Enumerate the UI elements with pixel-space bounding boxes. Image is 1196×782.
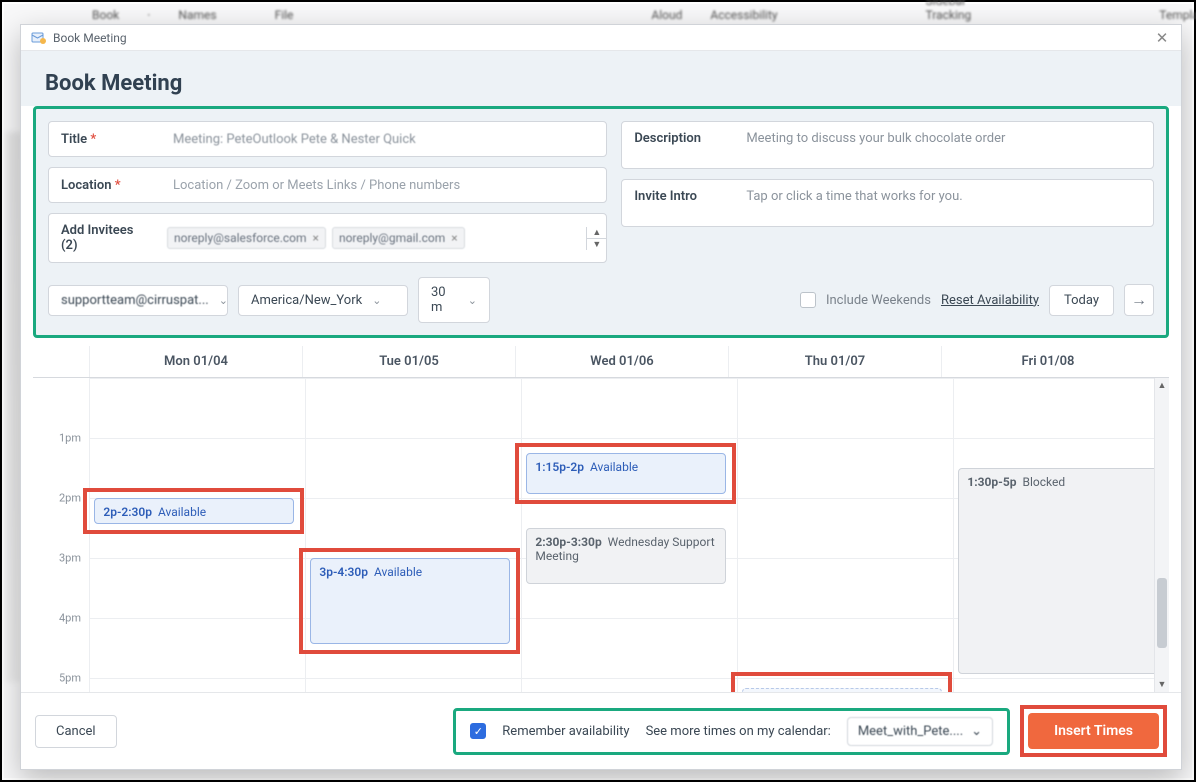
modal-title: Book Meeting [53,31,127,45]
description-input[interactable]: Meeting to discuss your bulk chocolate o… [734,122,1153,155]
page-title: Book Meeting [45,71,1157,96]
hour-label: 4pm [59,612,81,625]
invitee-stepper[interactable]: ▲ ▼ [586,227,606,250]
hour-label: 3pm [59,552,81,565]
remember-availability-checkbox[interactable]: ✓ [470,723,486,739]
calendar-grid[interactable]: 1pm 2pm 3pm 4pm 5pm 6pm [33,378,1169,692]
calendar-link-select[interactable]: Meet_with_Pete....⌄ [847,717,993,746]
chevron-down-icon: ⌄ [219,294,228,307]
timezone-select[interactable]: America/New_York⌄ [238,285,408,316]
availability-slot[interactable]: 2p-2:30p Available [94,498,294,524]
book-meeting-modal: Book Meeting ✕ Book Meeting Title * Meet… [20,24,1182,770]
hour-label: 2pm [59,492,81,505]
location-input[interactable]: Location / Zoom or Meets Links / Phone n… [161,169,606,202]
chevron-down-icon[interactable]: ▼ [587,239,606,250]
title-input[interactable]: Meeting: PeteOutlook Pete & Nester Quick [161,123,606,156]
modal-titlebar: Book Meeting ✕ [21,25,1181,51]
more-times-label: See more times on my calendar: [646,724,831,739]
title-field[interactable]: Title * Meeting: PeteOutlook Pete & Nest… [48,121,607,157]
availability-slot[interactable]: 3p-4:30p Available [310,558,510,644]
scroll-thumb[interactable] [1157,578,1167,648]
busy-event[interactable]: 2:30p-3:30p Wednesday Support Meeting [526,528,726,584]
description-field[interactable]: Description Meeting to discuss your bulk… [621,121,1154,169]
calendar-mail-icon [31,30,47,46]
remove-icon[interactable]: × [451,231,457,245]
remember-availability-label: Remember availability [502,724,629,739]
scrollbar[interactable]: ▲ ▼ [1154,378,1169,692]
cancel-button[interactable]: Cancel [35,715,117,748]
day-header: Mon 01/04 [89,346,302,377]
availability-slot[interactable]: 1:15p-2p Available [526,453,726,494]
calendar: Mon 01/04 Tue 01/05 Wed 01/06 Thu 01/07 … [33,346,1169,692]
hour-label: 1pm [59,432,81,445]
duration-select[interactable]: 30 m⌄ [418,277,490,323]
hour-label: 5pm [59,672,81,685]
chevron-up-icon[interactable]: ▲ [587,227,606,239]
day-header: Fri 01/08 [941,346,1154,377]
day-header: Tue 01/05 [302,346,515,377]
chevron-down-icon: ⌄ [971,724,982,739]
insert-highlight-frame: Insert Times [1020,705,1167,757]
insert-times-button[interactable]: Insert Times [1028,713,1159,749]
invite-intro-field[interactable]: Invite Intro Tap or click a time that wo… [621,179,1154,227]
today-button[interactable]: Today [1049,285,1114,316]
scroll-up-icon[interactable]: ▲ [1155,378,1169,393]
account-select[interactable]: supportteam@cirruspat...⌄ [48,285,228,316]
drag-placeholder[interactable]: Click and drag... [742,688,942,692]
invitee-chip[interactable]: noreply@salesforce.com× [167,227,326,249]
reset-availability-link[interactable]: Reset Availability [941,293,1039,308]
invitee-chip[interactable]: noreply@gmail.com× [332,227,465,249]
invitees-field[interactable]: Add Invitees (2) noreply@salesforce.com×… [48,213,607,263]
modal-footer: Cancel ✓ Remember availability See more … [21,692,1181,769]
location-field[interactable]: Location * Location / Zoom or Meets Link… [48,167,607,203]
blocked-event[interactable]: 1:30p-5p Blocked [958,468,1158,674]
close-icon[interactable]: ✕ [1153,29,1171,47]
form-highlight-frame: Title * Meeting: PeteOutlook Pete & Nest… [33,106,1169,338]
scroll-down-icon[interactable]: ▼ [1155,677,1169,692]
next-week-button[interactable]: → [1124,284,1154,316]
chevron-down-icon: ⌄ [372,294,381,307]
day-header: Thu 01/07 [728,346,941,377]
modal-header: Book Meeting [21,51,1181,106]
footer-highlight-frame: ✓ Remember availability See more times o… [453,708,1010,755]
chevron-down-icon: ⌄ [468,294,477,307]
day-header: Wed 01/06 [515,346,728,377]
include-weekends-checkbox[interactable] [800,292,816,308]
include-weekends-label: Include Weekends [826,293,931,308]
invite-intro-input[interactable]: Tap or click a time that works for you. [734,180,1153,213]
remove-icon[interactable]: × [313,231,319,245]
